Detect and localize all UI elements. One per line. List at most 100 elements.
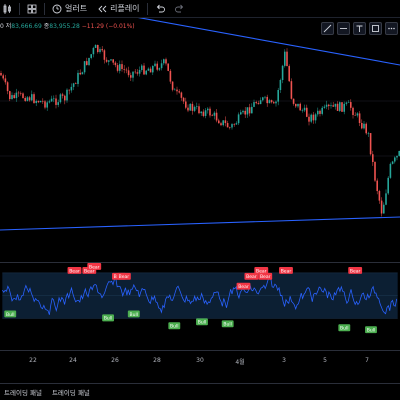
candle-body	[363, 123, 365, 129]
bear-signal-text: Bear	[238, 284, 249, 290]
candle-body	[182, 97, 185, 102]
candle-body	[99, 49, 101, 53]
candle-body	[70, 86, 73, 91]
candle-body	[220, 123, 222, 126]
more-tools-button[interactable]	[385, 22, 398, 35]
candle-body	[301, 110, 304, 111]
candle-body	[268, 100, 271, 104]
candle-body	[171, 81, 174, 90]
candle-body	[97, 44, 99, 53]
candles-icon	[3, 3, 11, 14]
candle-body	[211, 115, 213, 117]
candle-body	[53, 98, 55, 100]
candle-body	[42, 100, 44, 102]
candle-body	[292, 98, 295, 104]
candle-body	[264, 96, 266, 98]
candle-body	[163, 59, 165, 64]
candle-body	[86, 61, 88, 65]
candle-body	[235, 123, 238, 125]
candle-body	[209, 108, 211, 116]
candle-body	[2, 75, 4, 79]
candle-body	[229, 127, 231, 128]
candle-body	[339, 102, 341, 111]
time-axis-label: 7	[365, 357, 369, 364]
candle-body	[44, 101, 46, 108]
price-chart[interactable]	[0, 18, 400, 262]
candle-body	[154, 63, 156, 66]
candle-body	[132, 71, 134, 78]
candle-body	[94, 44, 97, 48]
candle-body	[108, 60, 110, 62]
candle-body	[178, 91, 180, 93]
measure-tool-button[interactable]	[369, 22, 382, 35]
top-toolbar: 얼러트 리플레이	[0, 0, 400, 18]
bull-signal-text: Bull	[198, 320, 207, 326]
candle-body	[277, 90, 279, 102]
candle-body	[328, 104, 330, 107]
candle-body	[28, 97, 31, 101]
candle-body	[242, 110, 244, 113]
candle-body	[391, 161, 394, 164]
candle-body	[330, 105, 332, 107]
horizontal-ray-tool-button[interactable]	[337, 22, 350, 35]
alert-button[interactable]: 얼러트	[49, 0, 90, 18]
candle-body	[347, 102, 350, 103]
candle-body	[255, 102, 257, 104]
candle-body	[22, 93, 24, 98]
candle-body	[48, 101, 51, 103]
trendline-lower	[0, 216, 400, 231]
trendline-icon	[323, 24, 332, 33]
candle-body	[193, 106, 196, 111]
time-axis-label: 24	[69, 357, 77, 364]
candle-body	[176, 89, 178, 92]
oscillator-pane[interactable]: Bear BearBearBearBearBearBearBearBear Bear…	[0, 262, 400, 348]
bull-signal-text: Bull	[340, 326, 349, 332]
redo-button[interactable]	[172, 0, 188, 18]
candle-body	[380, 200, 383, 214]
candle-body	[312, 114, 315, 121]
candle-body	[17, 92, 20, 94]
bear-signal-text: Bear	[119, 274, 130, 280]
undo-button[interactable]	[152, 0, 168, 18]
trading-panel-tab[interactable]: 트레이딩 패널	[4, 387, 42, 397]
candle-body	[286, 51, 288, 67]
trendline-tool-button[interactable]	[321, 22, 334, 35]
candle-body	[55, 98, 57, 105]
indicators-button[interactable]	[24, 0, 40, 18]
candle-body	[149, 68, 152, 73]
candle-body	[253, 102, 255, 107]
candle-body	[336, 103, 339, 111]
candle-body	[145, 70, 147, 75]
candle-body	[191, 103, 194, 111]
candle-body	[262, 97, 264, 101]
text-tool-button[interactable]	[353, 22, 366, 35]
candle-body	[314, 114, 317, 121]
candle-body	[167, 63, 169, 71]
candle-body	[207, 108, 209, 111]
candle-body	[352, 107, 354, 115]
candle-body	[121, 64, 123, 69]
candle-body	[332, 105, 334, 107]
candle-body	[259, 100, 262, 105]
candle-body	[57, 102, 59, 105]
trading-panel-tab[interactable]: 트레이딩 패널	[52, 387, 90, 397]
candle-body	[35, 100, 37, 103]
candle-body	[46, 102, 48, 108]
candle-body	[112, 59, 114, 63]
candle-body	[123, 68, 125, 70]
candle-body	[204, 110, 207, 116]
candle-body	[248, 107, 251, 114]
time-axis-label: 26	[111, 357, 119, 364]
candle-body	[77, 72, 79, 84]
chart-type-button[interactable]	[0, 0, 15, 18]
alert-label: 얼러트	[65, 4, 88, 13]
candle-body	[185, 101, 187, 108]
candle-body	[284, 51, 286, 66]
time-axis[interactable]: 22 24 26 28 30 4월 3 5 7	[0, 350, 400, 372]
bear-signal-text: Bear	[281, 268, 292, 274]
undo-icon	[156, 4, 165, 12]
time-axis-label: 28	[153, 357, 161, 364]
candle-body	[116, 65, 119, 71]
candle-body	[138, 70, 141, 74]
replay-button[interactable]: 리플레이	[94, 0, 142, 18]
